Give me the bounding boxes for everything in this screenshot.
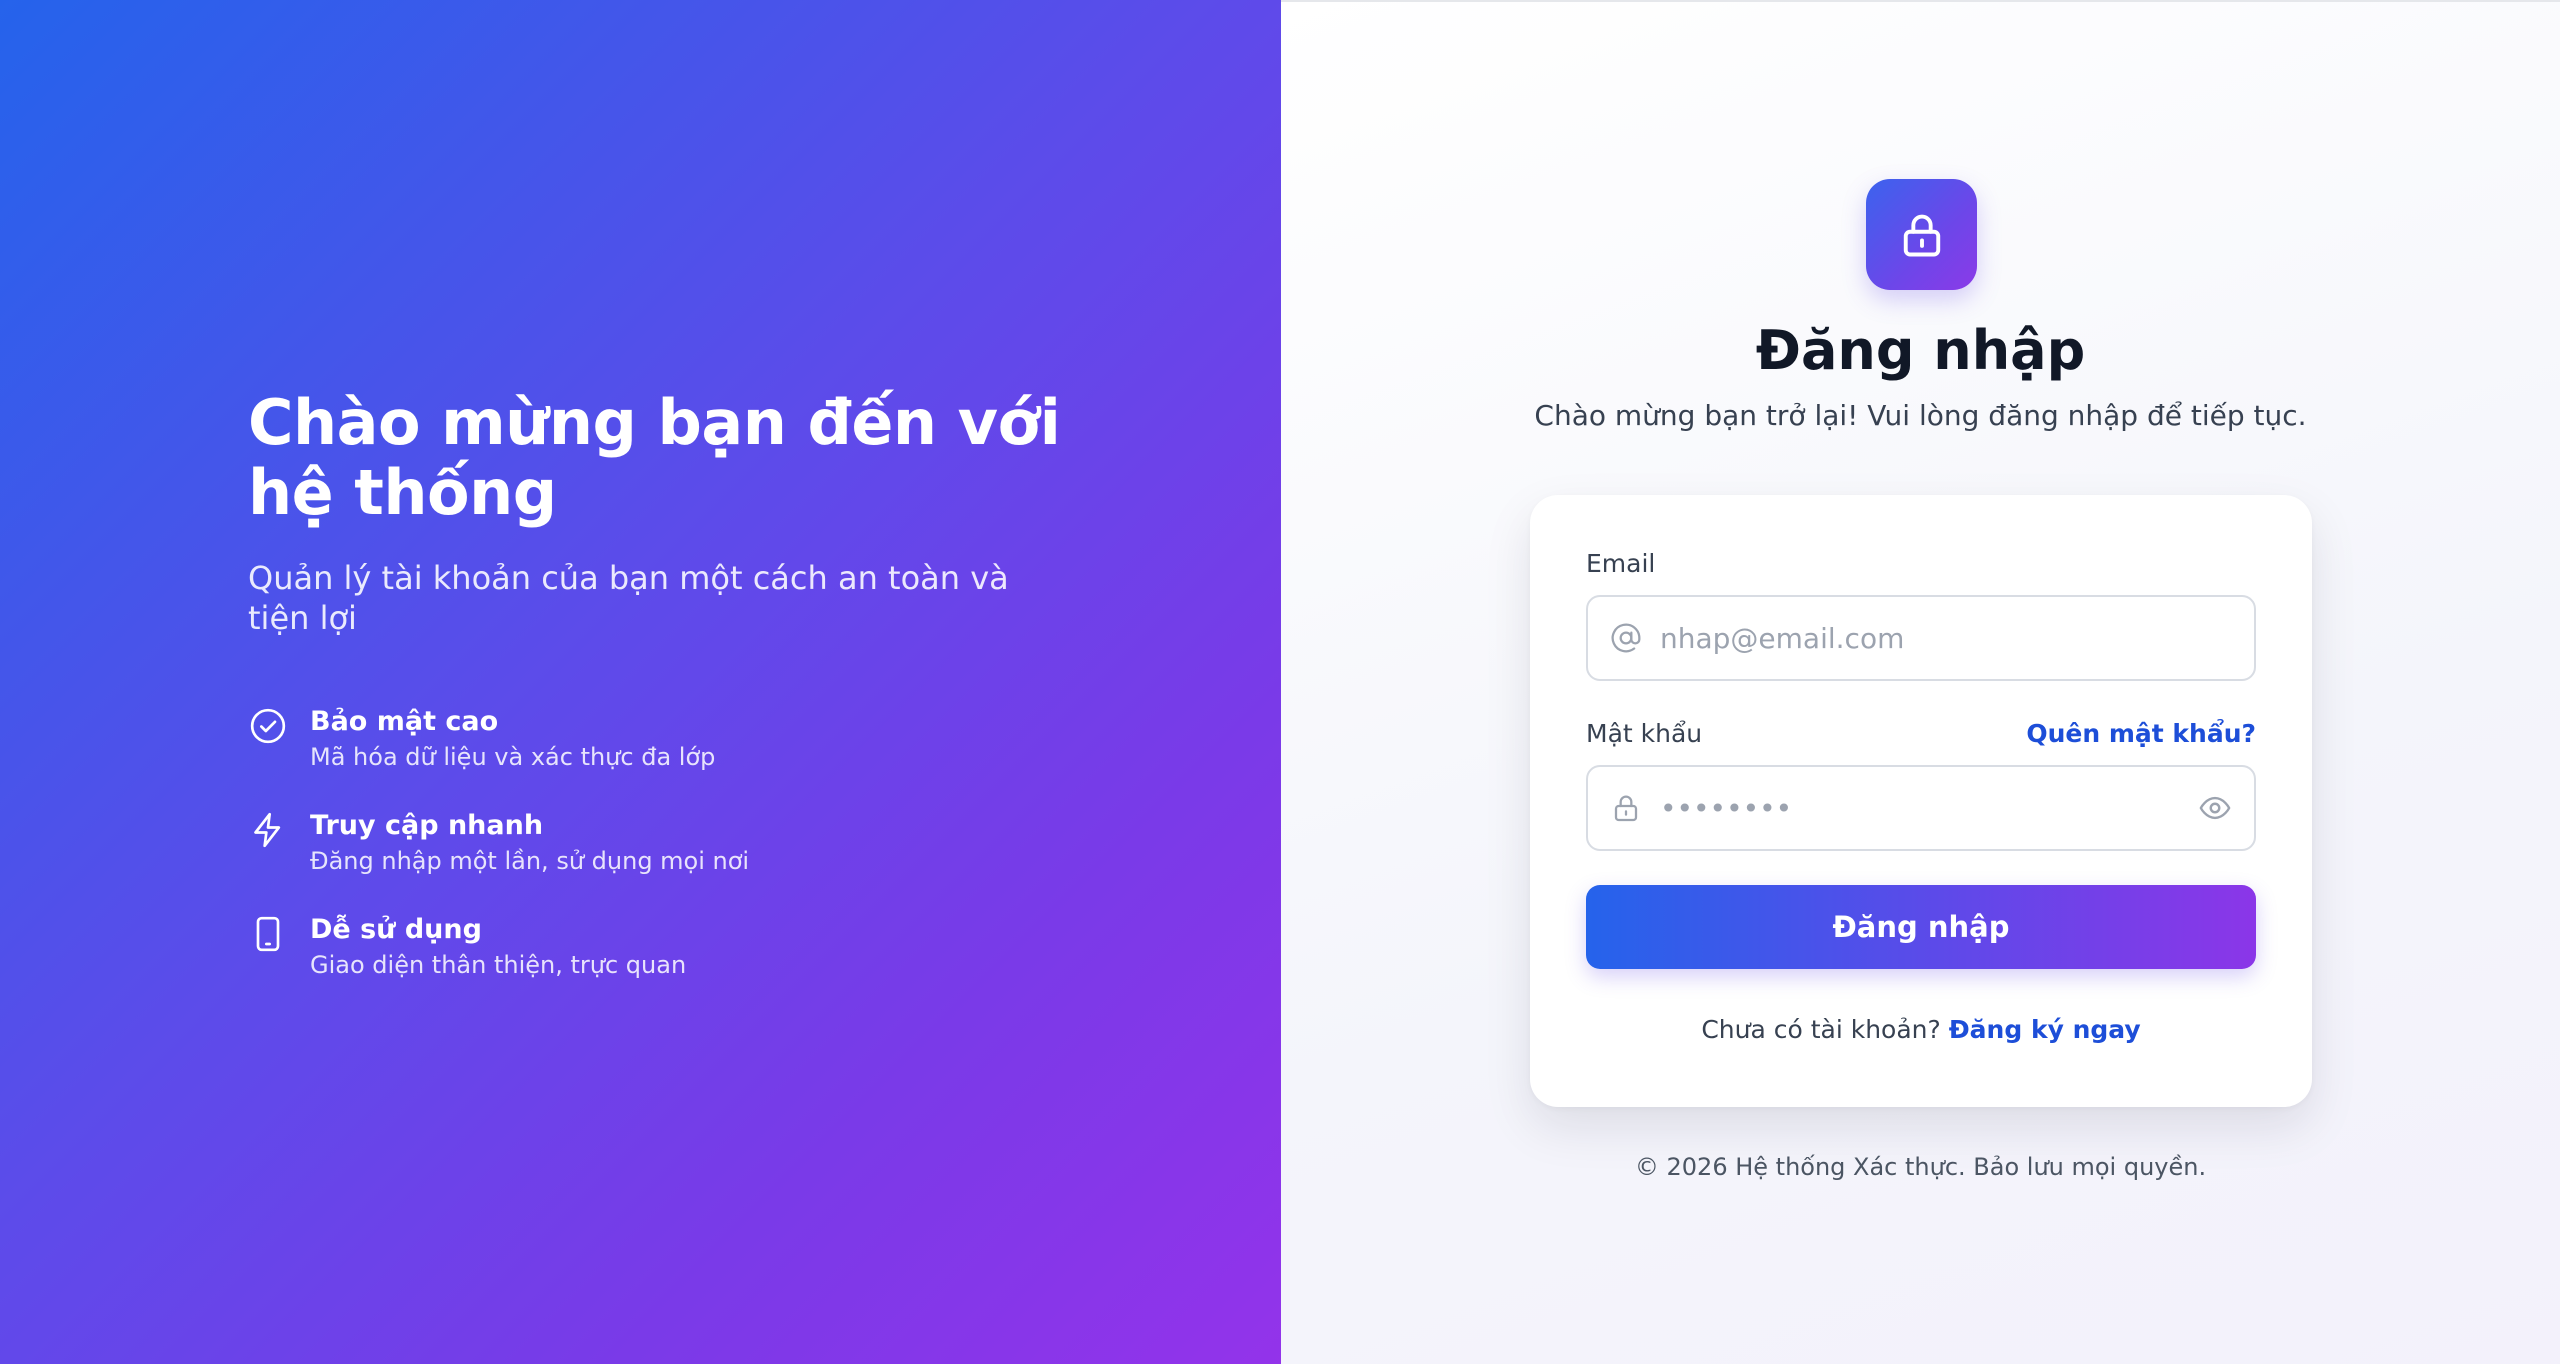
lock-icon [1610, 792, 1642, 824]
at-sign-icon [1610, 622, 1642, 654]
hero-panel: Chào mừng bạn đến với hệ thống Quản lý tà… [0, 0, 1281, 1364]
hero-subtitle: Quản lý tài khoản của bạn một cách an to… [248, 559, 1009, 637]
password-label: Mật khẩu [1586, 719, 1703, 748]
brand-badge [1866, 179, 1977, 290]
top-divider [1281, 0, 2560, 2]
forgot-password-link[interactable]: Quên mật khẩu? [2026, 717, 2256, 751]
hero-title-line2: hệ thống [248, 456, 557, 529]
eye-icon[interactable] [2198, 791, 2232, 825]
check-circle-icon [248, 706, 288, 746]
hero-content: Chào mừng bạn đến với hệ thống Quản lý tà… [248, 388, 1068, 982]
password-label-row: Mật khẩu Quên mật khẩu? [1586, 717, 2256, 751]
hero-title: Chào mừng bạn đến với hệ thống [248, 388, 1068, 528]
email-label: Email [1586, 549, 1656, 578]
signup-prompt: Chưa có tài khoản? [1701, 1015, 1949, 1044]
login-form: Email Mật khẩu Quên mật khẩu? [1530, 495, 2312, 1107]
auth-panel: Đăng nhập Chào mừng bạn trở lại! Vui lòn… [1281, 0, 2560, 1364]
login-button[interactable]: Đăng nhập [1586, 885, 2256, 969]
feature-title: Bảo mật cao [310, 706, 499, 737]
feature-text: Truy cập nhanh Đăng nhập một lần, sử dụn… [310, 808, 749, 878]
login-page: Chào mừng bạn đến với hệ thống Quản lý tà… [0, 0, 2560, 1364]
password-field-wrapper [1586, 765, 2256, 851]
feature-title: Dễ sử dụng [310, 914, 482, 945]
feature-item-fast-access: Truy cập nhanh Đăng nhập một lần, sử dụn… [248, 808, 1068, 878]
signup-link[interactable]: Đăng ký ngay [1949, 1015, 2141, 1044]
feature-desc: Mã hóa dữ liệu và xác thực đa lớp [310, 743, 716, 771]
smartphone-icon [248, 914, 288, 954]
feature-desc: Đăng nhập một lần, sử dụng mọi nơi [310, 847, 750, 875]
hero-title-line1: Chào mừng bạn đến với [248, 386, 1061, 459]
feature-title: Truy cập nhanh [310, 810, 544, 841]
feature-text: Bảo mật cao Mã hóa dữ liệu và xác thực đ… [310, 704, 715, 774]
lock-icon [1903, 214, 1940, 256]
feature-list: Bảo mật cao Mã hóa dữ liệu và xác thực đ… [248, 704, 1068, 982]
email-input[interactable] [1658, 620, 2232, 656]
signup-row: Chưa có tài khoản? Đăng ký ngay [1586, 1013, 2256, 1047]
feature-desc: Giao diện thân thiện, trực quan [310, 951, 687, 979]
lightning-icon [248, 810, 288, 850]
email-field-wrapper [1586, 595, 2256, 681]
password-input[interactable] [1658, 790, 2198, 826]
feature-item-security: Bảo mật cao Mã hóa dữ liệu và xác thực đ… [248, 704, 1068, 774]
footer-copyright: © 2026 Hệ thống Xác thực. Bảo lưu mọi qu… [1634, 1153, 2207, 1181]
page-title: Đăng nhập [1755, 319, 2086, 382]
page-subtitle: Chào mừng bạn trở lại! Vui lòng đăng nhậ… [1534, 399, 2307, 432]
email-label-row: Email [1586, 547, 2256, 581]
feature-item-easy-use: Dễ sử dụng Giao diện thân thiện, trực qu… [248, 912, 1068, 982]
feature-text: Dễ sử dụng Giao diện thân thiện, trực qu… [310, 912, 686, 982]
